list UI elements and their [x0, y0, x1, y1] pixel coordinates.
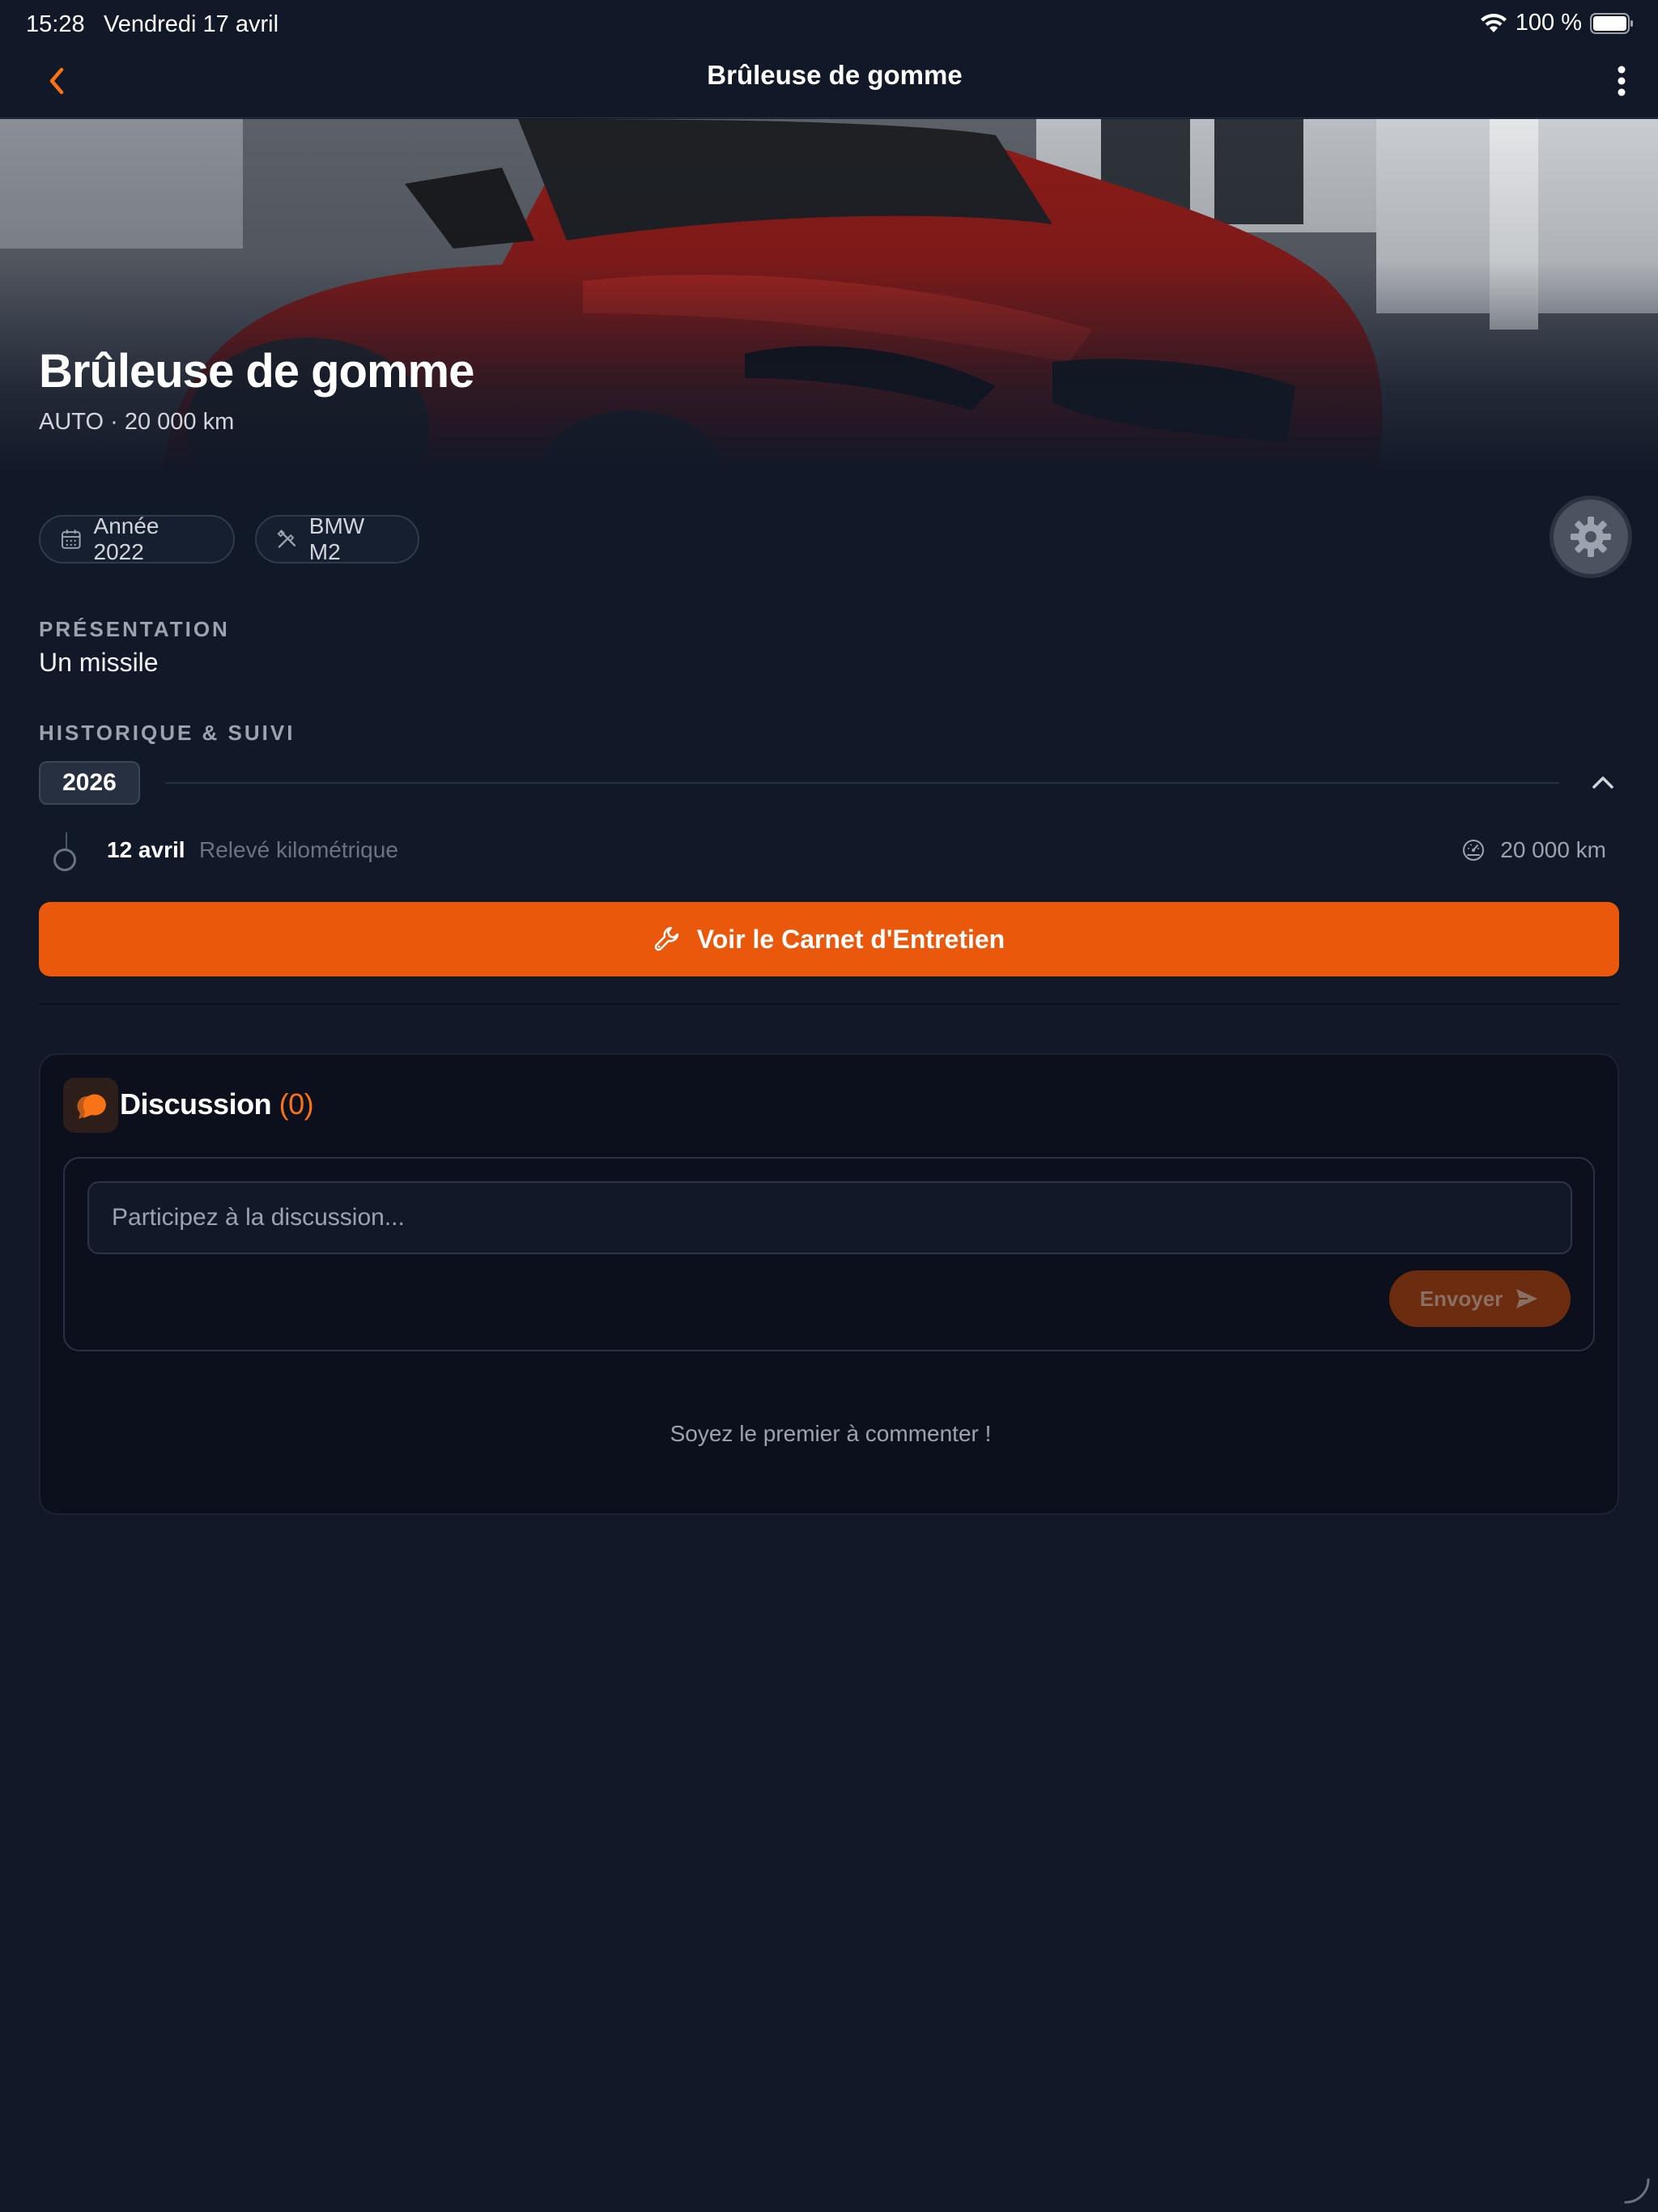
- gear-icon: [1571, 517, 1611, 557]
- navigation-bar: Brûleuse de gomme: [0, 50, 1658, 118]
- entry-mileage: 20 000 km: [1461, 837, 1606, 863]
- presentation-text: Un missile: [39, 648, 159, 677]
- entry-date: 12 avril: [107, 837, 185, 862]
- chevron-up-icon[interactable]: [1587, 768, 1619, 797]
- discussion-title: Discussion (0): [120, 1087, 314, 1121]
- status-bar: 15:28 Vendredi 17 avril 100 %: [0, 0, 1658, 50]
- timeline-dot: [53, 849, 76, 871]
- send-icon: [1516, 1289, 1538, 1308]
- calendar-icon: [61, 530, 81, 549]
- discussion-title-text: Discussion: [120, 1087, 272, 1121]
- section-divider: [39, 1003, 1619, 1005]
- empty-comments-text: Soyez le premier à commenter !: [670, 1421, 992, 1446]
- model-chip: BMW M2: [255, 513, 419, 564]
- hero-title: Brûleuse de gomme: [39, 345, 474, 398]
- battery-icon: [1590, 12, 1633, 34]
- year-group-badge[interactable]: 2026: [39, 761, 140, 805]
- vehicle-category: AUTO: [39, 409, 104, 435]
- year-divider: [165, 782, 1559, 784]
- hero-subtitle: AUTO · 20 000 km: [39, 409, 234, 436]
- wrench-icon: [654, 926, 679, 951]
- entry-km-value: 20 000 km: [1500, 837, 1606, 862]
- comment-input[interactable]: [87, 1181, 1572, 1254]
- timeline-stem: [66, 832, 67, 850]
- chat-bubbles-icon: [77, 1094, 106, 1119]
- status-indicators: 100 %: [1480, 10, 1634, 36]
- discussion-count: (0): [278, 1087, 314, 1121]
- resize-handle-icon: [1624, 2178, 1650, 2204]
- hero-gradient: [0, 119, 1658, 475]
- subtitle-separator: ·: [110, 409, 118, 435]
- presentation-heading: PRÉSENTATION: [39, 617, 230, 641]
- send-button-label: Envoyer: [1419, 1286, 1503, 1311]
- comment-composer: Envoyer: [63, 1157, 1595, 1351]
- status-time: 15:28: [26, 11, 85, 37]
- more-vertical-icon[interactable]: [1609, 57, 1634, 105]
- history-heading: HISTORIQUE & SUIVI: [39, 721, 295, 745]
- discussion-icon-badge: [63, 1078, 118, 1133]
- discussion-card: Discussion (0) Envoyer Soyez le premier …: [39, 1053, 1619, 1515]
- view-maintenance-log-button[interactable]: Voir le Carnet d'Entretien: [39, 902, 1619, 976]
- status-date: Vendredi 17 avril: [104, 11, 279, 37]
- battery-percent: 100 %: [1515, 10, 1582, 36]
- tools-icon: [277, 530, 296, 548]
- cta-label: Voir le Carnet d'Entretien: [696, 924, 1005, 954]
- speedometer-icon: [1463, 840, 1485, 861]
- year-chip-label: Année 2022: [93, 513, 159, 564]
- vehicle-mileage: 20 000 km: [124, 409, 235, 435]
- year-chip: Année 2022: [39, 513, 235, 564]
- entry-type: Relevé kilométrique: [199, 837, 398, 862]
- nav-title: Brûleuse de gomme: [707, 60, 963, 90]
- send-button[interactable]: Envoyer: [1389, 1270, 1571, 1327]
- model-chip-label: BMW M2: [308, 513, 365, 564]
- settings-button[interactable]: [1550, 496, 1632, 578]
- wifi-icon: [1480, 13, 1507, 32]
- hero-banner: Brûleuse de gomme AUTO · 20 000 km: [0, 119, 1658, 475]
